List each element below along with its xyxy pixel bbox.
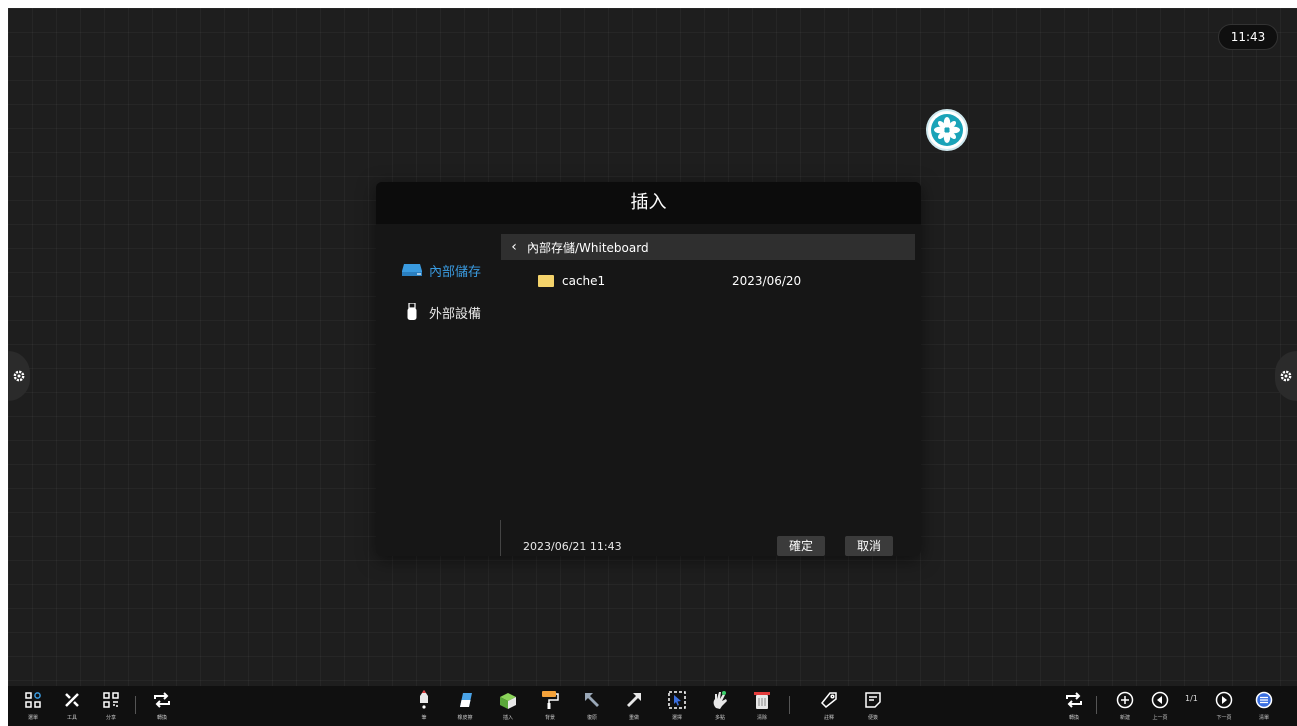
add-page-icon	[1114, 689, 1136, 711]
toolbar-label: 筆	[421, 715, 427, 721]
toolbar-label: 新建	[1119, 715, 1130, 721]
toolbar-label: 便簽	[867, 715, 878, 721]
clear-icon	[751, 689, 773, 711]
insert-dialog: 插入 內部儲存 外部設備 ‹ 內部存儲/Whiteboard cache1 20…	[376, 182, 921, 556]
toolbar-label: 工具	[66, 715, 77, 721]
source-internal-storage[interactable]: 內部儲存	[401, 258, 481, 282]
toolbar-page-list-button[interactable]: 清單	[1249, 689, 1279, 721]
insert-icon	[497, 689, 519, 711]
gear-icon	[13, 370, 25, 382]
pen-icon	[413, 689, 435, 711]
toolbar-multitouch-button[interactable]: 多點	[705, 689, 735, 721]
toolbar-label: 插入	[502, 715, 513, 721]
toolbar-switch-button-right[interactable]: 轉換	[1059, 689, 1089, 721]
toolbar-separator	[135, 696, 136, 714]
redo-icon	[623, 689, 645, 711]
toolbar-separator	[789, 696, 790, 714]
floating-menu-button[interactable]	[926, 109, 968, 151]
toolbar-select-button[interactable]: 選擇	[662, 689, 692, 721]
current-path: 內部存儲/Whiteboard	[527, 240, 649, 255]
qr-code-icon	[100, 689, 122, 711]
toolbar-label: 復原	[586, 715, 597, 721]
toolbar-redo-button[interactable]: 重做	[619, 689, 649, 721]
toolbar-label: 橡皮擦	[457, 715, 473, 721]
path-bar: ‹ 內部存儲/Whiteboard	[501, 234, 915, 260]
toolbar-undo-button[interactable]: 復原	[577, 689, 607, 721]
toolbar-insert-button[interactable]: 插入	[493, 689, 523, 721]
toolbar-next-page-button[interactable]: 下一頁	[1209, 689, 1239, 721]
toolbar-sticky-note-button[interactable]: 便簽	[858, 689, 888, 721]
tools-icon	[61, 689, 83, 711]
next-page-icon	[1213, 689, 1235, 711]
multi-touch-icon	[709, 689, 731, 711]
eraser-icon	[454, 689, 476, 711]
prev-page-icon	[1149, 689, 1171, 711]
clock-display: 11:43	[1218, 24, 1278, 50]
source-label: 內部儲存	[429, 264, 482, 280]
toolbar-label: 註釋	[823, 715, 834, 721]
undo-icon	[581, 689, 603, 711]
hard-drive-icon	[401, 261, 423, 279]
toolbar-label: 轉換	[1068, 715, 1079, 721]
bottom-toolbar: 選單 工具 分享 轉換 筆 橡皮擦 插入 背景 復原 重做 選擇 多點 清除 註…	[8, 686, 1297, 726]
toolbar-share-button[interactable]: 分享	[96, 689, 126, 721]
toolbar-clear-button[interactable]: 清除	[747, 689, 777, 721]
flower-menu-icon	[931, 114, 963, 146]
toolbar-label: 下一頁	[1216, 715, 1232, 721]
switch-icon	[1063, 689, 1085, 711]
toolbar-label: 背景	[544, 715, 555, 721]
toolbar-annotate-button[interactable]: 註釋	[814, 689, 844, 721]
file-name: cache1	[562, 274, 606, 288]
annotate-icon	[818, 689, 840, 711]
footer-datetime: 2023/06/21 11:43	[523, 539, 622, 553]
left-settings-tab[interactable]	[8, 351, 30, 401]
page-indicator: 1/1	[1185, 694, 1198, 703]
toolbar-tools-button[interactable]: 工具	[57, 689, 87, 721]
dialog-footer: 2023/06/21 11:43 確定 取消	[501, 534, 915, 556]
sticky-note-icon	[862, 689, 884, 711]
toolbar-switch-button[interactable]: 轉換	[147, 689, 177, 721]
toolbar-label: 清單	[1258, 715, 1269, 721]
toolbar-label: 清除	[756, 715, 767, 721]
toolbar-pen-button[interactable]: 筆	[409, 689, 439, 721]
source-external-device[interactable]: 外部設備	[401, 300, 481, 324]
source-sidebar: 內部儲存 外部設備	[376, 224, 500, 556]
chevron-left-icon[interactable]: ‹	[501, 239, 527, 255]
usb-drive-icon	[401, 303, 423, 321]
folder-icon	[538, 275, 554, 287]
source-label: 外部設備	[429, 306, 482, 322]
dialog-title: 插入	[376, 182, 921, 224]
toolbar-label: 多點	[714, 715, 725, 721]
toolbar-eraser-button[interactable]: 橡皮擦	[450, 689, 480, 721]
gear-icon	[1280, 370, 1292, 382]
right-settings-tab[interactable]	[1275, 351, 1297, 401]
cancel-button[interactable]: 取消	[844, 536, 893, 556]
toolbar-label: 重做	[628, 715, 639, 721]
whiteboard-canvas[interactable]: 11:43 插入 內部儲存 外部設備 ‹ 內部存儲/Whiteboard cac…	[8, 8, 1297, 726]
toolbar-label: 選單	[27, 715, 38, 721]
menu-grid-icon	[22, 689, 44, 711]
toolbar-menu-button[interactable]: 選單	[18, 689, 48, 721]
toolbar-label: 上一頁	[1152, 715, 1168, 721]
toolbar-prev-page-button[interactable]: 上一頁	[1145, 689, 1175, 721]
file-list: cache1 2023/06/20	[501, 266, 915, 296]
toolbar-label: 分享	[105, 715, 116, 721]
toolbar-label: 轉換	[156, 715, 167, 721]
toolbar-background-button[interactable]: 背景	[535, 689, 565, 721]
page-list-icon	[1253, 689, 1275, 711]
toolbar-separator	[1096, 696, 1097, 714]
switch-icon	[151, 689, 173, 711]
background-roller-icon	[539, 689, 561, 711]
toolbar-label: 選擇	[671, 715, 682, 721]
select-icon	[666, 689, 688, 711]
file-row[interactable]: cache1 2023/06/20	[501, 266, 915, 296]
confirm-button[interactable]: 確定	[776, 536, 825, 556]
file-date: 2023/06/20	[732, 274, 802, 288]
toolbar-new-page-button[interactable]: 新建	[1110, 689, 1140, 721]
